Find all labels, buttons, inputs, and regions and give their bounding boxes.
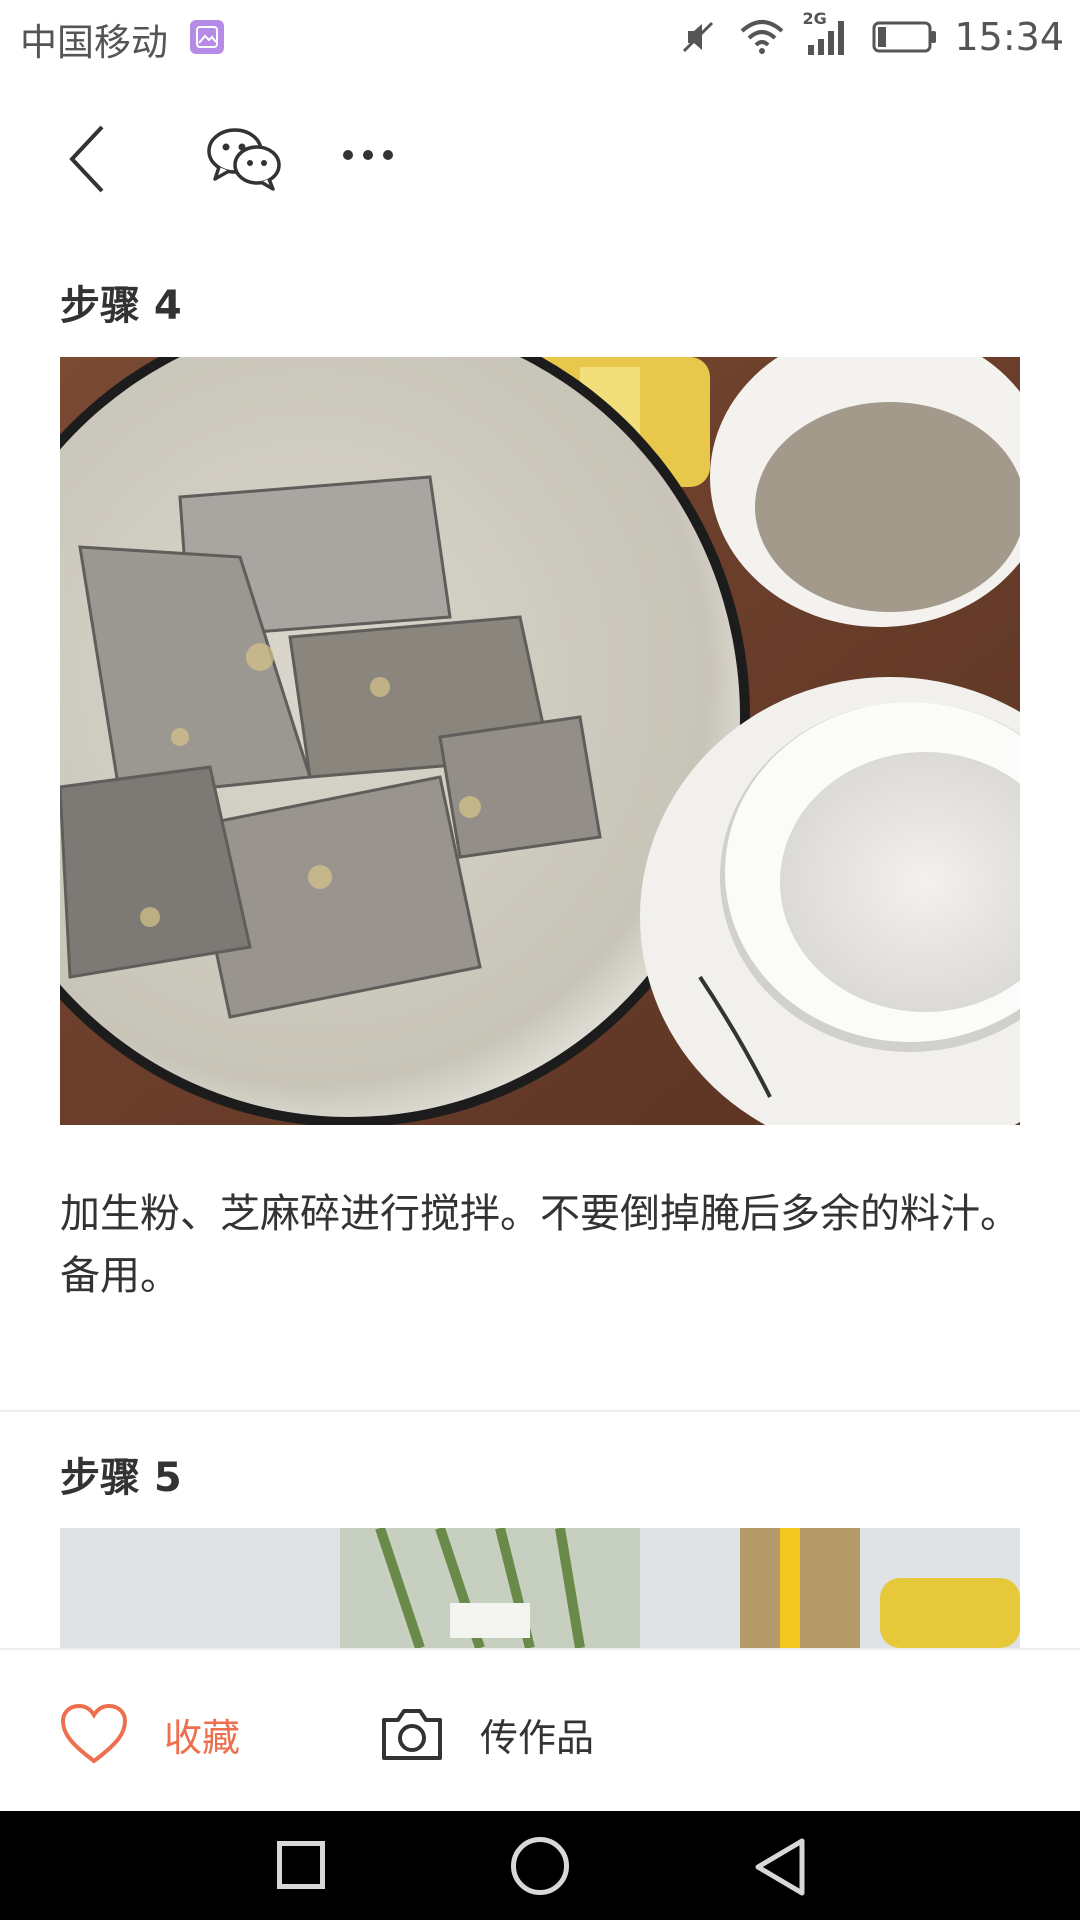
recipe-steps[interactable]: 步骤 4 加生粉、芝麻碎进行搅拌。不要倒掉腌后多余的料汁。备用。 步骤 5 xyxy=(0,235,1080,1648)
gallery-notification-icon xyxy=(190,20,224,54)
clock: 15:34 xyxy=(954,15,1064,59)
back-triangle-icon xyxy=(755,1838,805,1896)
system-nav-bar xyxy=(0,1811,1080,1920)
camera-icon xyxy=(382,1709,442,1760)
step-4-photo[interactable] xyxy=(60,357,1020,1125)
step-divider xyxy=(0,1410,1080,1412)
wechat-icon xyxy=(207,128,281,191)
signal-icon: 2G xyxy=(802,9,850,57)
favorite-label: 收藏 xyxy=(164,1715,241,1760)
bottom-action-bar: 收藏 传作品 xyxy=(0,1648,1080,1811)
more-icon xyxy=(343,150,393,160)
step-4-title: 步骤 4 xyxy=(60,283,182,329)
carrier-name: 中国移动 xyxy=(20,21,168,64)
step-5-photo[interactable] xyxy=(60,1528,1020,1648)
upload-work-label: 传作品 xyxy=(480,1715,595,1760)
recent-apps-button[interactable] xyxy=(277,1841,325,1889)
header-bar xyxy=(0,75,1080,235)
heart-icon xyxy=(60,1703,128,1764)
home-button[interactable] xyxy=(511,1837,569,1895)
step-5-title: 步骤 5 xyxy=(60,1455,182,1501)
wifi-icon xyxy=(740,19,784,55)
network-type-label: 2G xyxy=(802,9,827,28)
nav-back-button[interactable] xyxy=(752,1837,808,1901)
favorite-button[interactable]: 收藏 xyxy=(60,1694,240,1774)
more-button[interactable] xyxy=(338,135,398,175)
back-arrow-icon xyxy=(69,125,104,193)
back-button[interactable] xyxy=(60,119,120,199)
status-bar: 中国移动 2G 15:34 xyxy=(0,0,1080,75)
upload-work-button[interactable]: 传作品 xyxy=(380,1694,594,1774)
battery-icon xyxy=(872,19,938,55)
wechat-share-button[interactable] xyxy=(205,123,285,193)
mute-icon xyxy=(678,17,718,57)
step-4-description: 加生粉、芝麻碎进行搅拌。不要倒掉腌后多余的料汁。备用。 xyxy=(60,1191,1020,1299)
